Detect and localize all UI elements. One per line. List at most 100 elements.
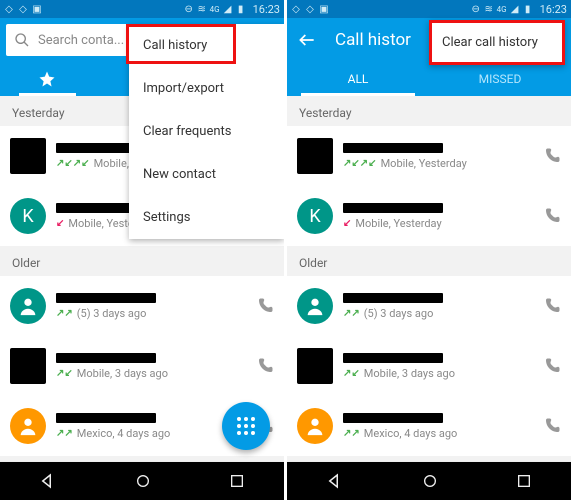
call-direction-icons: ↙ <box>56 218 64 229</box>
call-direction-icons: ↗↙↗↙ <box>56 158 90 169</box>
nav-home-icon[interactable] <box>422 473 438 489</box>
menu-item-new-contact[interactable]: New contact <box>129 153 284 196</box>
nav-back-icon[interactable] <box>39 472 57 490</box>
vibrate-icon: ≋ <box>484 4 494 14</box>
section-label: Older <box>287 246 571 276</box>
signal-icon: ◢ <box>223 4 233 14</box>
android-navbar <box>287 462 571 500</box>
menu-item-settings[interactable]: Settings <box>129 196 284 239</box>
nav-home-icon[interactable] <box>135 473 151 489</box>
call-meta: ↙ Mobile, Yesterday <box>343 217 543 230</box>
phone-icon[interactable] <box>543 206 561 226</box>
picture-icon: ▣ <box>32 4 42 14</box>
nav-recents-icon[interactable] <box>229 473 245 489</box>
menu-item-clear-frequents[interactable]: Clear frequents <box>129 110 284 153</box>
network-label: 4G <box>210 5 220 14</box>
contact-name-redacted <box>343 143 443 153</box>
phone-icon[interactable] <box>256 356 274 376</box>
avatar: K <box>297 198 333 234</box>
nav-recents-icon[interactable] <box>516 473 532 489</box>
call-direction-icons: ↗↗ <box>56 428 73 439</box>
star-icon <box>38 70 56 88</box>
menu-label: Clear call history <box>442 35 538 50</box>
avatar: K <box>10 198 46 234</box>
call-row[interactable]: ↗↗ (5) 3 days ago <box>0 276 284 336</box>
location-icon: ◇ <box>4 4 14 14</box>
call-direction-icons: ↗↙↗↙ <box>343 158 377 169</box>
call-row[interactable]: ↗↙ Mobile, 3 days ago <box>287 336 571 396</box>
call-direction-icons: ↙ <box>343 218 351 229</box>
contact-name-redacted <box>56 413 156 423</box>
battery-icon: ▮ <box>236 4 246 14</box>
contact-name-redacted <box>343 353 443 363</box>
menu-item-clear-call-history[interactable]: Clear call history <box>429 20 565 65</box>
tab-all[interactable]: ALL <box>287 62 429 96</box>
call-meta: ↗↙ Mobile, 3 days ago <box>56 367 256 380</box>
contact-name-redacted <box>343 203 443 213</box>
page-title: Call histor <box>335 30 411 50</box>
avatar <box>297 408 333 444</box>
call-meta: ↗↗ (5) 3 days ago <box>343 307 543 320</box>
avatar <box>297 288 333 324</box>
contact-name-redacted <box>56 293 156 303</box>
tab-missed[interactable]: MISSED <box>429 62 571 96</box>
menu-item-import-export[interactable]: Import/export <box>129 67 284 110</box>
location-icon: ◇ <box>291 4 301 14</box>
status-bar: ◇ ◇ ▣ ⊖ ≋ 4G ◢ ▮ 16:23 <box>287 0 571 18</box>
avatar <box>297 348 333 384</box>
location-icon: ◇ <box>305 4 315 14</box>
call-meta: ↗↗ (5) 3 days ago <box>56 307 256 320</box>
call-direction-icons: ↗↗ <box>56 308 73 319</box>
call-list: Yesterday ↗↙↗↙ Mobile, Yesterday K ↙ Mobile… <box>287 96 571 461</box>
phone-icon[interactable] <box>256 296 274 316</box>
signal-icon: ◢ <box>510 4 520 14</box>
tab-favorites[interactable] <box>0 62 95 96</box>
clock: 16:23 <box>540 3 567 16</box>
call-direction-icons: ↗↗ <box>343 428 360 439</box>
android-navbar <box>0 462 284 500</box>
section-label: Yesterday <box>287 96 571 126</box>
clock: 16:23 <box>253 3 280 16</box>
phone-right-screenshot: ◇ ◇ ▣ ⊖ ≋ 4G ◢ ▮ 16:23 Call histor Clear… <box>287 0 571 500</box>
call-meta: ↗↙↗↙ Mobile, Yesterday <box>343 157 543 170</box>
call-row[interactable]: ↗↗ (5) 3 days ago <box>287 276 571 336</box>
contact-name-redacted <box>56 353 156 363</box>
call-direction-icons: ↗↗ <box>343 308 360 319</box>
dnd-icon: ⊖ <box>184 4 194 14</box>
avatar <box>10 288 46 324</box>
call-row[interactable]: ↗↙ Mobile, 3 days ago <box>0 336 284 396</box>
network-label: 4G <box>497 5 507 14</box>
section-label: Older <box>0 246 284 276</box>
phone-icon[interactable] <box>543 416 561 436</box>
dnd-icon: ⊖ <box>471 4 481 14</box>
avatar <box>297 138 333 174</box>
search-icon <box>14 32 30 48</box>
vibrate-icon: ≋ <box>197 4 207 14</box>
picture-icon: ▣ <box>319 4 329 14</box>
phone-icon[interactable] <box>543 356 561 376</box>
phone-icon[interactable] <box>543 296 561 316</box>
battery-icon: ▮ <box>523 4 533 14</box>
dialpad-icon <box>237 417 255 435</box>
call-direction-icons: ↗↙ <box>343 368 360 379</box>
call-meta: ↗↙ Mobile, 3 days ago <box>343 367 543 380</box>
call-meta: ↗↗ Mexico, 4 days ago <box>343 427 543 440</box>
search-placeholder: Search conta... <box>38 33 124 48</box>
tutorial-highlight <box>126 24 236 64</box>
call-row[interactable]: ↗↗ Mexico, 4 days ago <box>287 396 571 456</box>
contact-name-redacted <box>343 413 443 423</box>
avatar <box>10 348 46 384</box>
avatar <box>10 138 46 174</box>
status-bar: ◇ ◇ ▣ ⊖ ≋ 4G ◢ ▮ 16:23 <box>0 0 284 18</box>
nav-back-icon[interactable] <box>326 472 344 490</box>
avatar <box>10 408 46 444</box>
history-tabs: ALL MISSED <box>287 62 571 96</box>
contact-name-redacted <box>343 293 443 303</box>
call-row[interactable]: K ↙ Mobile, Yesterday <box>287 186 571 246</box>
call-row[interactable]: ↗↙↗↙ Mobile, Yesterday <box>287 126 571 186</box>
phone-left-screenshot: ◇ ◇ ▣ ⊖ ≋ 4G ◢ ▮ 16:23 Search conta... C… <box>0 0 284 500</box>
call-direction-icons: ↗↙ <box>56 368 73 379</box>
back-arrow-icon[interactable] <box>297 30 317 50</box>
phone-icon[interactable] <box>543 146 561 166</box>
dialpad-fab[interactable] <box>222 402 270 450</box>
